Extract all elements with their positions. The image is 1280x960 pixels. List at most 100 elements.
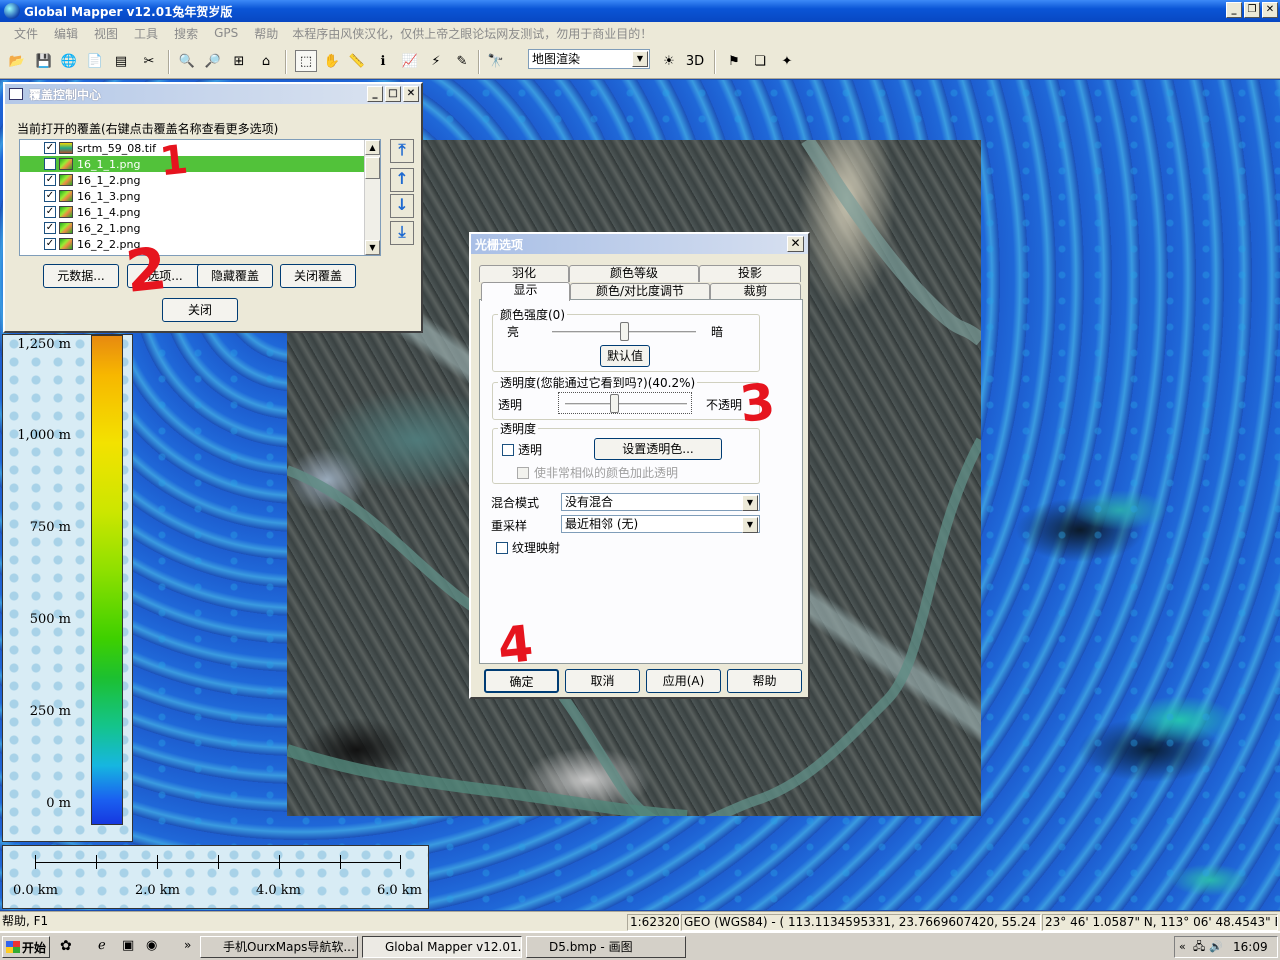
open-folder-icon[interactable]: 📂 bbox=[6, 50, 28, 72]
tab-projection[interactable]: 投影 bbox=[699, 265, 801, 282]
tower-icon[interactable]: ⚡ bbox=[425, 50, 447, 72]
translucency-transparent-label: 透明 bbox=[498, 398, 523, 412]
zoom-in-icon[interactable]: 🔍 bbox=[176, 50, 198, 72]
pan-hand-icon[interactable]: ✋ bbox=[321, 50, 343, 72]
shader-icon[interactable]: ☀ bbox=[658, 50, 680, 72]
close-button[interactable]: ✕ bbox=[1262, 2, 1278, 18]
overlay-checkbox[interactable]: ✓ bbox=[44, 222, 56, 234]
menu-gps[interactable]: GPS bbox=[206, 26, 246, 40]
zoom-out-icon[interactable]: 🔎 bbox=[202, 50, 224, 72]
tab-feather[interactable]: 羽化 bbox=[479, 265, 569, 282]
menu-file[interactable]: 文件 bbox=[6, 25, 46, 42]
measure-icon[interactable]: 📏 bbox=[346, 50, 368, 72]
maximize-button[interactable]: ❐ bbox=[1244, 2, 1260, 18]
minimize-button[interactable]: _ bbox=[367, 86, 383, 102]
cancel-button[interactable]: 取消 bbox=[565, 669, 640, 693]
close-icon[interactable]: ✕ bbox=[787, 236, 804, 252]
translucency-slider-thumb[interactable] bbox=[610, 394, 620, 413]
list-item[interactable]: ✓ 16_1_3.png bbox=[20, 188, 380, 204]
feature-info-icon[interactable]: ℹ bbox=[372, 50, 394, 72]
hide-overlay-button[interactable]: 隐藏覆盖 bbox=[197, 264, 273, 288]
volume-icon[interactable]: 🔊 bbox=[1209, 937, 1223, 957]
start-button[interactable]: 开始 bbox=[2, 936, 50, 958]
list-item[interactable]: ✓ 16_2_1.png bbox=[20, 220, 380, 236]
path-profile-icon[interactable]: 📈 bbox=[399, 50, 421, 72]
tray-chevron-icon[interactable]: « bbox=[1179, 937, 1186, 957]
metadata-button[interactable]: 元数据... bbox=[43, 264, 119, 288]
render-mode-select[interactable]: 地图渲染 ▼ bbox=[528, 49, 650, 69]
menu-edit[interactable]: 编辑 bbox=[46, 25, 86, 42]
overlay-checkbox[interactable]: ✓ bbox=[44, 158, 56, 170]
list-item[interactable]: ✓ 16_1_1.png bbox=[20, 156, 380, 172]
close-dialog-button[interactable]: 关闭 bbox=[162, 298, 238, 322]
resample-select[interactable]: 最近相邻 (无) ▼ bbox=[561, 515, 760, 533]
tab-crop[interactable]: 裁剪 bbox=[710, 283, 801, 300]
network-icon[interactable]: 🖧 bbox=[1193, 937, 1205, 957]
similar-colors-checkbox[interactable] bbox=[517, 467, 529, 479]
tab-color-contrast[interactable]: 颜色/对比度调节 bbox=[570, 283, 710, 300]
overlay-checkbox[interactable]: ✓ bbox=[44, 238, 56, 250]
blend-mode-select[interactable]: 没有混合 ▼ bbox=[561, 493, 760, 511]
home-icon[interactable]: ⌂ bbox=[255, 50, 277, 72]
tools-icon[interactable]: ✂ bbox=[138, 50, 160, 72]
menu-view[interactable]: 视图 bbox=[86, 25, 126, 42]
menu-tools[interactable]: 工具 bbox=[126, 25, 166, 42]
overlay-list-scrollbar[interactable]: ▲ ▼ bbox=[364, 140, 380, 255]
set-transparent-color-button[interactable]: 设置透明色... bbox=[594, 438, 722, 460]
chevron-down-icon[interactable]: ▼ bbox=[632, 51, 648, 67]
overlay-checkbox[interactable]: ✓ bbox=[44, 174, 56, 186]
butterfly-icon[interactable]: ✿ bbox=[60, 938, 72, 954]
chevron-down-icon[interactable]: ▼ bbox=[742, 517, 758, 533]
list-item[interactable]: ✓ 16_1_2.png bbox=[20, 172, 380, 188]
gps-icon[interactable]: ✦ bbox=[776, 50, 798, 72]
overlay-checkbox[interactable]: ✓ bbox=[44, 142, 56, 154]
layers-icon[interactable]: ▤ bbox=[110, 50, 132, 72]
list-item[interactable]: ✓ 16_2_2.png bbox=[20, 236, 380, 252]
overlay-checkbox[interactable]: ✓ bbox=[44, 206, 56, 218]
transparent-checkbox[interactable] bbox=[502, 444, 514, 456]
apply-button[interactable]: 应用(A) bbox=[646, 669, 721, 693]
close-overlay-button[interactable]: 关闭覆盖 bbox=[280, 264, 356, 288]
translucency-slider-track[interactable] bbox=[565, 403, 687, 406]
move-to-top-icon[interactable]: ⤒ bbox=[390, 139, 414, 163]
minimize-button[interactable]: _ bbox=[1226, 2, 1242, 18]
overlay-checkbox[interactable]: ✓ bbox=[44, 190, 56, 202]
move-to-bottom-icon[interactable]: ⤓ bbox=[390, 221, 414, 245]
globe-download-icon[interactable]: 🌐 bbox=[58, 50, 80, 72]
scroll-thumb[interactable] bbox=[365, 157, 380, 179]
task-paint[interactable]: D5.bmp - 画图 bbox=[526, 936, 686, 958]
media-icon[interactable]: ◉ bbox=[146, 938, 157, 953]
task-ourxmaps[interactable]: 手机OurxMaps导航软... bbox=[200, 936, 358, 958]
desktop-icon[interactable]: ▣ bbox=[122, 938, 134, 953]
zoom-extent-icon[interactable]: ⊞ bbox=[228, 50, 250, 72]
scroll-up-icon[interactable]: ▲ bbox=[365, 140, 380, 155]
tab-display[interactable]: 显示 bbox=[481, 282, 570, 301]
menu-search[interactable]: 搜索 bbox=[166, 25, 206, 42]
menu-help[interactable]: 帮助 bbox=[246, 25, 286, 42]
help-button[interactable]: 帮助 bbox=[727, 669, 802, 693]
3d-view-icon[interactable]: 3D bbox=[684, 50, 706, 72]
document-icon[interactable]: 📄 bbox=[84, 50, 106, 72]
maximize-button[interactable]: □ bbox=[385, 86, 401, 102]
flag-icon[interactable]: ⚑ bbox=[723, 50, 745, 72]
pencil-icon[interactable]: ✎ bbox=[451, 50, 473, 72]
digitizer-icon[interactable]: ⬚ bbox=[295, 50, 317, 72]
save-icon[interactable]: 💾 bbox=[33, 50, 55, 72]
tab-color-grade[interactable]: 颜色等级 bbox=[569, 265, 699, 282]
list-item[interactable]: ✓ 16_1_4.png bbox=[20, 204, 380, 220]
list-item[interactable]: ✓ srtm_59_08.tif bbox=[20, 140, 380, 156]
more-chevron-icon[interactable]: » bbox=[184, 938, 191, 952]
ie-icon[interactable]: ℯ bbox=[98, 938, 106, 953]
overlay-list[interactable]: ✓ srtm_59_08.tif ✓ 16_1_1.png ✓ 16_1_2.png … bbox=[19, 139, 381, 256]
binoculars-icon[interactable]: 🔭 bbox=[485, 50, 507, 72]
texture-mapping-checkbox[interactable] bbox=[496, 542, 508, 554]
default-value-button[interactable]: 默认值 bbox=[600, 345, 650, 367]
move-up-icon[interactable]: ↑ bbox=[390, 168, 414, 192]
move-down-icon[interactable]: ↓ bbox=[390, 194, 414, 218]
scroll-down-icon[interactable]: ▼ bbox=[365, 240, 380, 255]
copy-layers-icon[interactable]: ❏ bbox=[749, 50, 771, 72]
intensity-slider-thumb[interactable] bbox=[620, 322, 629, 341]
close-button[interactable]: ✕ bbox=[403, 86, 419, 102]
chevron-down-icon[interactable]: ▼ bbox=[742, 495, 758, 511]
task-global-mapper[interactable]: Global Mapper v12.01... bbox=[362, 936, 522, 958]
